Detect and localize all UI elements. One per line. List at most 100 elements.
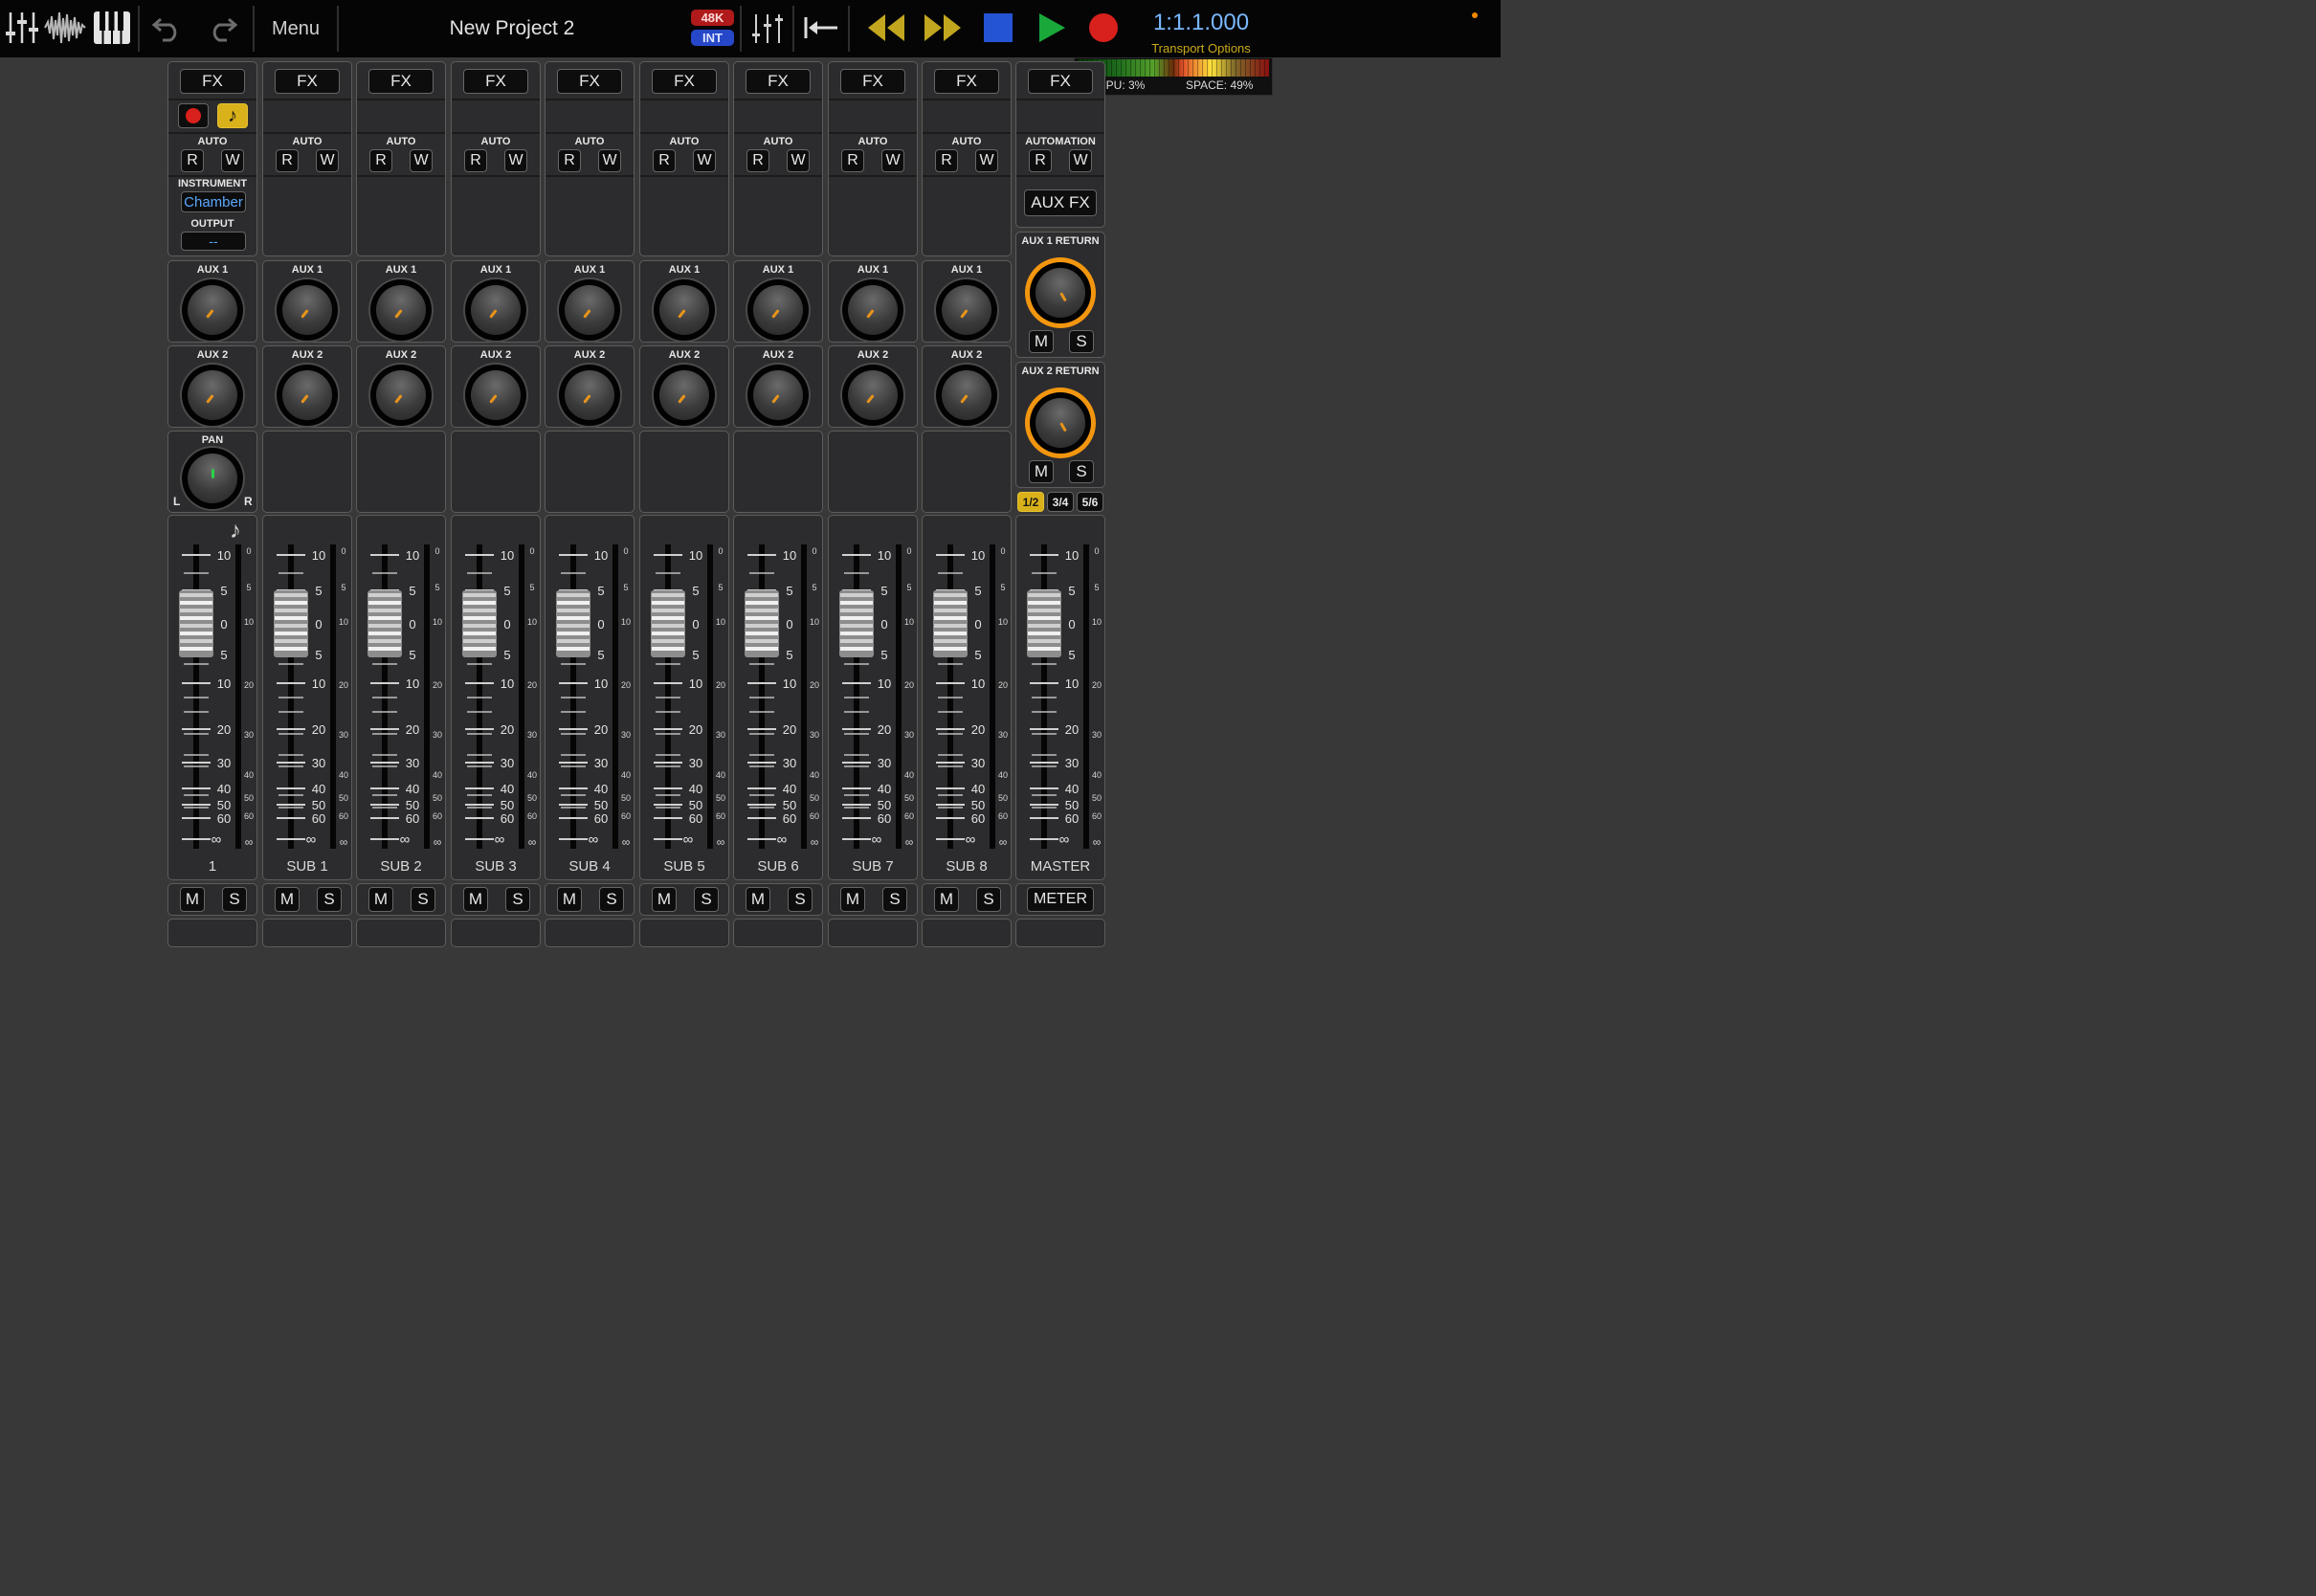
aux2-send-knob[interactable] xyxy=(559,365,620,426)
automation-read-button[interactable]: R xyxy=(653,149,676,172)
aux2-return-mute-button[interactable]: M xyxy=(1029,460,1054,483)
aux2-send-knob[interactable] xyxy=(370,365,432,426)
mixer-faders-icon[interactable] xyxy=(4,6,40,50)
automation-write-button[interactable]: W xyxy=(410,149,433,172)
fader-handle[interactable] xyxy=(179,590,213,657)
aux1-return-knob[interactable] xyxy=(1030,262,1091,323)
aux2-send-knob[interactable] xyxy=(465,365,526,426)
solo-button[interactable]: S xyxy=(411,887,435,912)
aux2-send-knob[interactable] xyxy=(747,365,809,426)
automation-read-button[interactable]: R xyxy=(558,149,581,172)
solo-button[interactable]: S xyxy=(222,887,247,912)
solo-button[interactable]: S xyxy=(505,887,530,912)
aux1-send-knob[interactable] xyxy=(277,279,338,341)
aux2-send-knob[interactable] xyxy=(182,365,243,426)
midi-monitor-button[interactable]: ♪ xyxy=(217,103,248,128)
timecode-display[interactable]: 1:1.1.000 xyxy=(1139,10,1263,36)
aux2-return-solo-button[interactable]: S xyxy=(1069,460,1094,483)
aux-page-tab[interactable]: 3/4 xyxy=(1047,492,1074,512)
solo-button[interactable]: S xyxy=(599,887,624,912)
fader-handle[interactable] xyxy=(274,590,308,657)
fader-handle[interactable] xyxy=(745,590,779,657)
aux1-send-knob[interactable] xyxy=(842,279,903,341)
solo-button[interactable]: S xyxy=(317,887,342,912)
automation-write-button[interactable]: W xyxy=(504,149,527,172)
solo-button[interactable]: S xyxy=(882,887,907,912)
sample-rate-badge[interactable]: 48K xyxy=(691,10,734,26)
aux1-send-knob[interactable] xyxy=(465,279,526,341)
automation-read-button[interactable]: R xyxy=(746,149,769,172)
redo-icon[interactable] xyxy=(203,6,241,50)
piano-keyboard-icon[interactable] xyxy=(92,6,132,50)
instrument-select[interactable]: Chamber xyxy=(181,191,246,212)
fx-button[interactable]: FX xyxy=(275,69,340,94)
fx-button[interactable]: FX xyxy=(463,69,528,94)
aux1-send-knob[interactable] xyxy=(370,279,432,341)
automation-read-button[interactable]: R xyxy=(276,149,299,172)
solo-button[interactable]: S xyxy=(694,887,719,912)
mute-button[interactable]: M xyxy=(746,887,770,912)
record-icon[interactable] xyxy=(1085,6,1122,50)
automation-write-button[interactable]: W xyxy=(221,149,244,172)
master-automation-read-button[interactable]: R xyxy=(1029,149,1052,172)
aux2-return-knob[interactable] xyxy=(1030,392,1091,454)
fader-handle[interactable] xyxy=(367,590,402,657)
aux-page-tab[interactable]: 1/2 xyxy=(1017,492,1044,512)
automation-read-button[interactable]: R xyxy=(935,149,958,172)
automation-read-button[interactable]: R xyxy=(464,149,487,172)
fx-button[interactable]: FX xyxy=(934,69,999,94)
mute-button[interactable]: M xyxy=(557,887,582,912)
transport-options-link[interactable]: Transport Options xyxy=(1129,41,1273,55)
fader-handle[interactable] xyxy=(839,590,874,657)
fader-handle[interactable] xyxy=(462,590,497,657)
undo-icon[interactable] xyxy=(148,6,187,50)
aux1-send-knob[interactable] xyxy=(747,279,809,341)
return-to-start-icon[interactable] xyxy=(802,6,840,50)
play-icon[interactable] xyxy=(1034,6,1070,50)
mute-button[interactable]: M xyxy=(180,887,205,912)
automation-write-button[interactable]: W xyxy=(975,149,998,172)
automation-write-button[interactable]: W xyxy=(693,149,716,172)
automation-read-button[interactable]: R xyxy=(181,149,204,172)
fx-button[interactable]: FX xyxy=(746,69,811,94)
waveform-icon[interactable] xyxy=(44,6,86,50)
fx-button[interactable]: FX xyxy=(557,69,622,94)
mute-button[interactable]: M xyxy=(652,887,677,912)
aux-page-tab[interactable]: 5/6 xyxy=(1077,492,1103,512)
project-title[interactable]: New Project 2 xyxy=(345,10,679,48)
menu-button[interactable]: Menu xyxy=(258,10,333,48)
automation-write-button[interactable]: W xyxy=(316,149,339,172)
aux1-return-mute-button[interactable]: M xyxy=(1029,330,1054,353)
mute-button[interactable]: M xyxy=(463,887,488,912)
record-arm-button[interactable] xyxy=(178,103,209,128)
rewind-icon[interactable] xyxy=(865,6,907,50)
mute-button[interactable]: M xyxy=(368,887,393,912)
aux1-send-knob[interactable] xyxy=(936,279,997,341)
master-fader-handle[interactable] xyxy=(1027,590,1061,657)
mixer-settings-icon[interactable] xyxy=(748,6,787,50)
fader-handle[interactable] xyxy=(556,590,590,657)
automation-read-button[interactable]: R xyxy=(369,149,392,172)
aux-fx-button[interactable]: AUX FX xyxy=(1024,189,1097,216)
automation-write-button[interactable]: W xyxy=(881,149,904,172)
solo-button[interactable]: S xyxy=(976,887,1001,912)
automation-write-button[interactable]: W xyxy=(787,149,810,172)
output-select[interactable]: -- xyxy=(181,232,246,251)
fx-button[interactable]: FX xyxy=(840,69,905,94)
aux1-send-knob[interactable] xyxy=(182,279,243,341)
master-automation-write-button[interactable]: W xyxy=(1069,149,1092,172)
pan-knob[interactable] xyxy=(182,448,243,509)
solo-button[interactable]: S xyxy=(788,887,813,912)
aux2-send-knob[interactable] xyxy=(842,365,903,426)
aux2-send-knob[interactable] xyxy=(654,365,715,426)
aux2-send-knob[interactable] xyxy=(936,365,997,426)
automation-read-button[interactable]: R xyxy=(841,149,864,172)
aux1-return-solo-button[interactable]: S xyxy=(1069,330,1094,353)
clock-source-badge[interactable]: INT xyxy=(691,30,734,46)
meter-button[interactable]: METER xyxy=(1027,887,1094,912)
aux1-send-knob[interactable] xyxy=(559,279,620,341)
fader-handle[interactable] xyxy=(933,590,968,657)
fader-handle[interactable] xyxy=(651,590,685,657)
master-fx-button[interactable]: FX xyxy=(1028,69,1093,94)
mute-button[interactable]: M xyxy=(934,887,959,912)
